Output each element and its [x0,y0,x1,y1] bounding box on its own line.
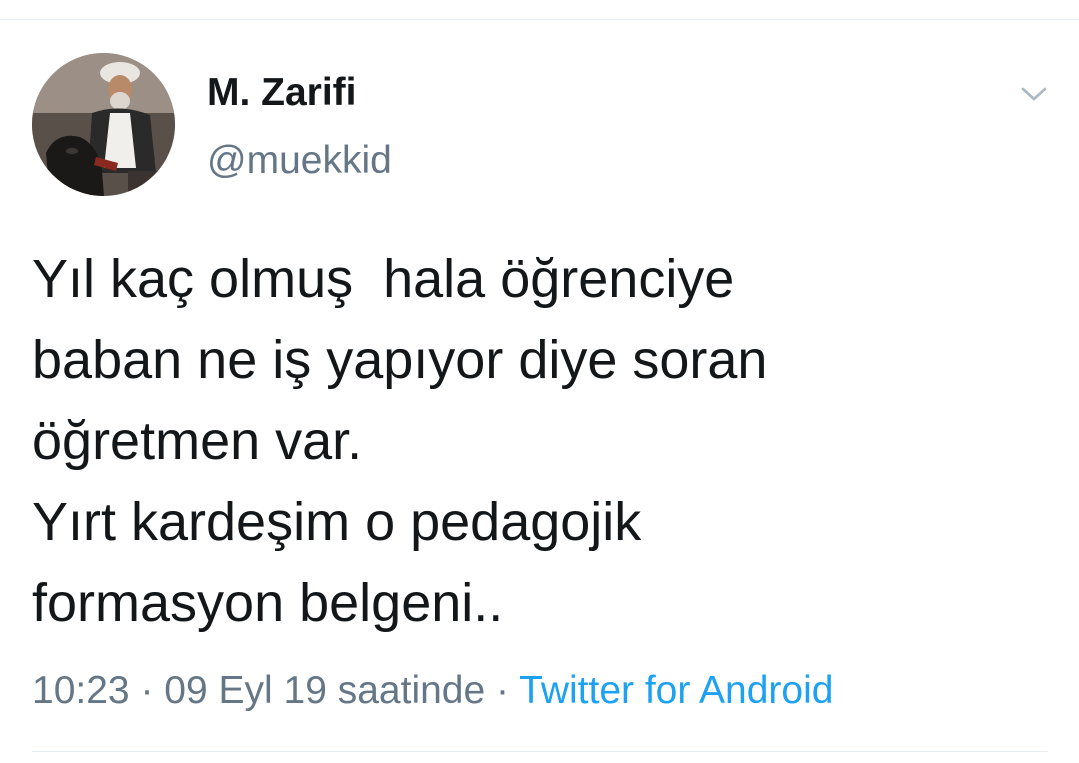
tweet-time[interactable]: 10:23 [32,669,130,712]
tweet-metadata: 10:23 · 09 Eyl 19 saatinde · Twitter for… [32,666,833,716]
username[interactable]: @muekkid [207,138,392,184]
tweet-text: Yıl kaç olmuş hala öğrenciye baban ne iş… [32,249,768,633]
display-name[interactable]: M. Zarifi [207,70,357,116]
tweet-menu-button[interactable] [1014,78,1054,110]
meta-separator: · [129,669,165,712]
top-divider [0,19,1079,20]
bottom-divider [32,751,1048,752]
chevron-down-icon [1021,87,1047,101]
profile-photo [32,53,175,196]
meta-separator: · [485,669,520,712]
tweet-source-link[interactable]: Twitter for Android [519,669,833,712]
tweet-date[interactable]: 09 Eyl 19 saatinde [164,669,485,712]
avatar[interactable] [32,53,175,196]
